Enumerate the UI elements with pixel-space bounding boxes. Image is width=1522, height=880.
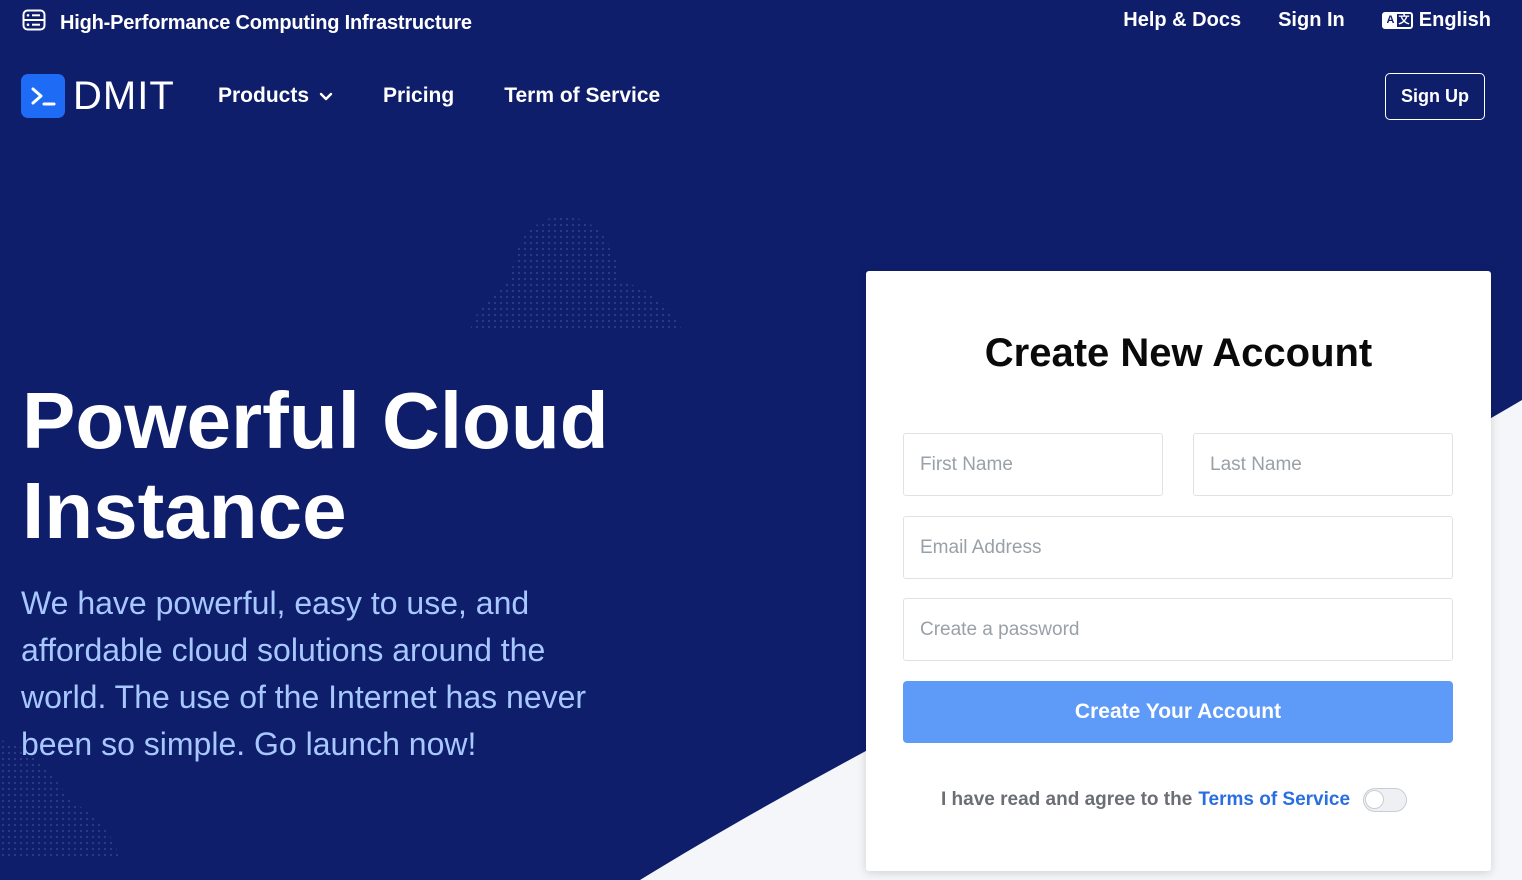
terms-link[interactable]: Terms of Service — [1198, 789, 1350, 811]
first-name-field[interactable] — [903, 433, 1163, 496]
topbar-brand: High-Performance Computing Infrastructur… — [22, 9, 472, 37]
nav-menu: Products Pricing Term of Service — [218, 84, 710, 108]
dotted-cloud-shape — [470, 215, 682, 330]
password-field[interactable] — [903, 598, 1453, 661]
hero-title-line: Instance — [22, 466, 347, 555]
language-label: English — [1418, 9, 1491, 31]
logo[interactable]: DMIT — [21, 74, 175, 118]
sign-in-link[interactable]: Sign In — [1278, 9, 1345, 32]
signup-heading: Create New Account — [984, 331, 1373, 375]
nav-item-products[interactable]: Products — [218, 84, 333, 108]
last-name-field[interactable] — [1193, 433, 1453, 496]
nav-item-terms[interactable]: Term of Service — [504, 84, 660, 108]
server-icon — [22, 9, 46, 37]
terms-agreement: I have read and agree to the Terms of Se… — [941, 788, 1408, 812]
topbar-links: Help & Docs Sign In A文 English — [1086, 9, 1491, 32]
hero-description: We have powerful, easy to use, and affor… — [21, 585, 587, 762]
sign-up-button[interactable]: Sign Up — [1385, 73, 1485, 120]
nav-item-pricing[interactable]: Pricing — [383, 84, 454, 108]
terminal-icon — [21, 74, 65, 118]
agree-toggle[interactable] — [1363, 788, 1408, 812]
help-docs-link[interactable]: Help & Docs — [1123, 9, 1241, 32]
translate-icon: A文 — [1381, 12, 1413, 29]
topbar-title: High-Performance Computing Infrastructur… — [60, 11, 472, 34]
top-bar: High-Performance Computing Infrastructur… — [0, 0, 1522, 44]
create-account-button[interactable]: Create Your Account — [903, 681, 1453, 743]
brand-name: DMIT — [73, 74, 175, 118]
toggle-knob — [1365, 790, 1385, 809]
nav-item-label: Products — [218, 84, 310, 107]
hero-title-line: Powerful Cloud — [22, 376, 609, 465]
nav-item-label: Pricing — [383, 84, 455, 107]
chevron-down-icon — [319, 84, 333, 108]
signup-card: Create New Account Create Your Account I… — [866, 271, 1491, 871]
hero-title: Powerful Cloud Instance — [22, 376, 682, 556]
nav-item-label: Term of Service — [504, 84, 661, 107]
language-selector[interactable]: A文 English — [1381, 9, 1491, 32]
email-field[interactable] — [903, 516, 1453, 579]
main-nav: DMIT Products Pricing Term of Service Si… — [0, 70, 1522, 122]
agree-text: I have read and agree to the — [941, 789, 1193, 810]
